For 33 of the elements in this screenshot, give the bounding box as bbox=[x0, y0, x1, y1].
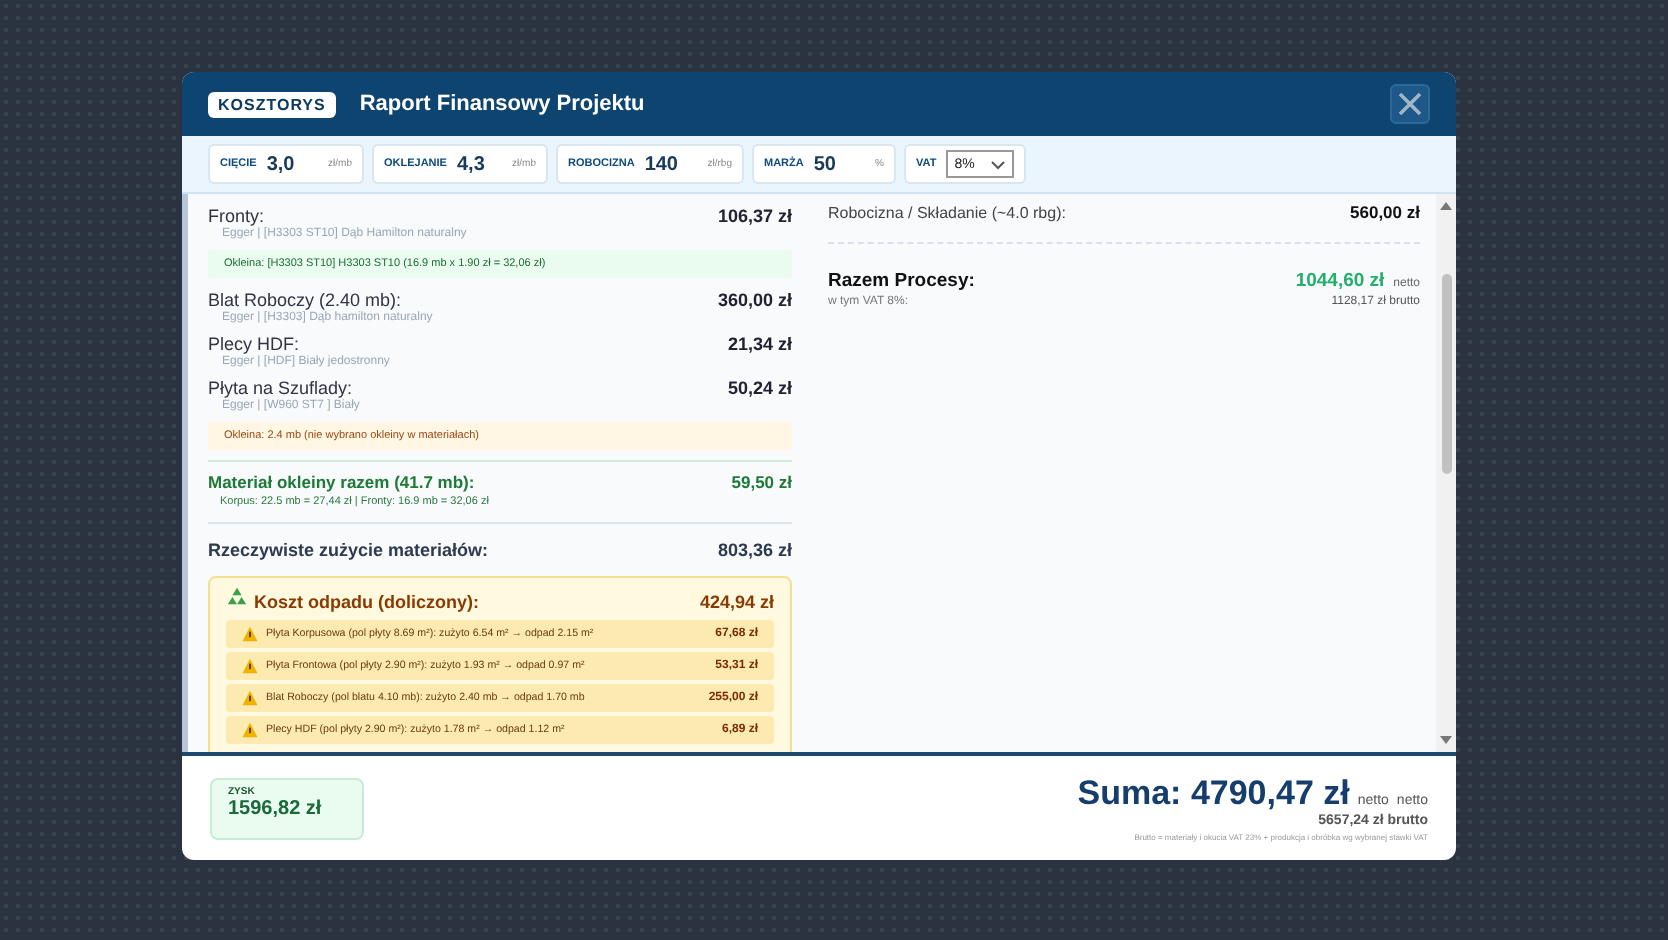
dialog-title: Raport Finansowy Projektu bbox=[359, 92, 645, 116]
scroll-up-icon[interactable] bbox=[1440, 202, 1452, 210]
material-name: Płyta na Szuflady: bbox=[208, 378, 353, 399]
process-total-price: 1044,60 zł bbox=[1295, 270, 1385, 292]
veneer-total-label: Materiał okleiny razem (41.7 mb): bbox=[208, 472, 475, 492]
close-button[interactable] bbox=[1390, 84, 1430, 124]
veneer-total-price: 59,50 zł bbox=[731, 472, 792, 492]
recycle-icon bbox=[226, 586, 248, 608]
material-price: 21,34 zł bbox=[727, 334, 792, 354]
chevron-icon bbox=[990, 159, 1007, 169]
warning-icon bbox=[242, 658, 258, 674]
usage-label: Rzeczywiste zużycie materiałów: bbox=[208, 540, 489, 560]
report-badge: KOSZTORYS bbox=[208, 91, 336, 117]
warning-icon bbox=[242, 626, 258, 642]
warning-icon bbox=[242, 690, 258, 706]
material-price: 50,24 zł bbox=[727, 378, 792, 398]
material-price: 106,37 zł bbox=[717, 206, 792, 226]
process-price: 560,00 zł bbox=[1350, 202, 1420, 222]
waste-title: Koszt odpadu (doliczony): bbox=[254, 592, 479, 612]
material-price: 360,00 zł bbox=[717, 290, 792, 310]
profit-value: 1596,82 zł bbox=[228, 797, 324, 819]
material-name: Fronty: bbox=[208, 206, 265, 227]
close-icon bbox=[1398, 92, 1422, 116]
material-name: Blat Roboczy (2.40 mb): bbox=[208, 290, 402, 311]
scrollbar[interactable] bbox=[1436, 194, 1456, 752]
warning-icon bbox=[242, 722, 258, 738]
process-total-label: Razem Procesy: bbox=[828, 270, 975, 292]
process-label: Robocizna / Składanie (~4.0 rbg): bbox=[828, 204, 1066, 222]
waste-price: 424,94 zł bbox=[699, 592, 774, 612]
scroll-down-icon[interactable] bbox=[1440, 736, 1452, 744]
sum-total: Suma: 4790,47 zł bbox=[1077, 774, 1350, 814]
material-name: Plecy HDF: bbox=[208, 334, 300, 355]
usage-price: 803,36 zł bbox=[717, 540, 792, 560]
